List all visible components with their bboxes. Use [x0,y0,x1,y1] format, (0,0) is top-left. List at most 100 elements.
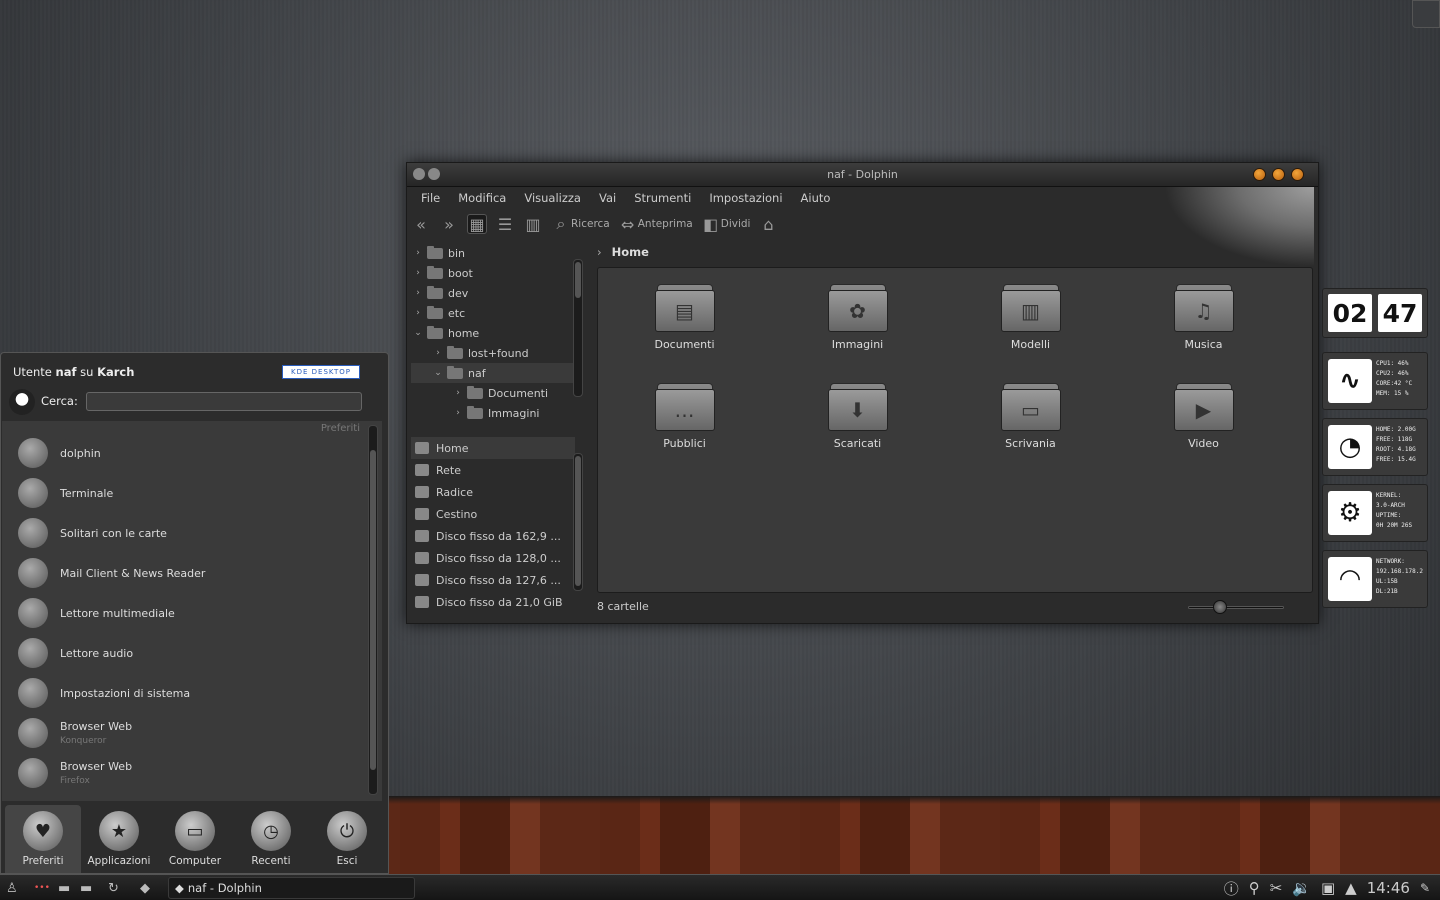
tree-item[interactable]: › boot [411,263,575,283]
tab-computer[interactable]: ▭ Computer [157,805,233,873]
zoom-handle[interactable] [1212,600,1227,614]
details-view-icon[interactable]: ☰ [495,214,515,234]
tab-preferiti[interactable]: ♥ Preferiti [5,805,81,873]
folder-icon: ▶ [1173,381,1234,431]
breadcrumb[interactable]: › Home [597,245,649,259]
tree-item[interactable]: ⌄ home [411,323,575,343]
preview-button[interactable]: ⇔ Anteprima [618,214,693,234]
columns-view-icon[interactable]: ▥ [523,214,543,234]
activity-dots-icon[interactable]: ••• [34,879,50,897]
taskbar-clock[interactable]: 14:46 [1367,879,1410,897]
folder-scrivania[interactable]: ▭ Scrivania [944,381,1117,450]
menu-vai[interactable]: Vai [589,188,624,208]
favorite-item[interactable]: dolphin [2,433,364,473]
widget-line: MEM: 15 % [1376,390,1409,397]
zoom-slider[interactable] [1170,599,1304,615]
app-icon [18,638,48,668]
expand-arrow-icon[interactable]: ⌄ [431,368,445,378]
panel-toolbox-icon[interactable]: ✎ [1420,881,1430,895]
tree-scrollbar[interactable] [573,259,583,397]
folder-video[interactable]: ▶ Video [1117,381,1290,450]
folder-modelli[interactable]: ▥ Modelli [944,282,1117,351]
expand-arrow-icon[interactable]: › [451,408,465,418]
tab-applicazioni[interactable]: ★ Applicazioni [81,805,157,873]
favorites-scrollbar[interactable] [368,425,378,795]
expand-arrow-icon[interactable]: ⌄ [411,328,425,338]
folder-immagini[interactable]: ✿ Immagini [771,282,944,351]
task-dolphin[interactable]: ◆ naf - Dolphin [168,877,415,899]
launcher-icon[interactable]: ♙ [6,879,18,897]
tree-item[interactable]: › etc [411,303,575,323]
pager-desktop-1[interactable]: ▬ [58,879,70,897]
maximize-button[interactable] [1272,168,1285,181]
back-icon[interactable]: « [411,214,431,234]
app-icon [18,558,48,588]
search-button[interactable]: ⌕ Ricerca [551,214,610,234]
tree-item[interactable]: ⌄ naf [411,363,575,383]
tab-recenti[interactable]: ◷ Recenti [233,805,309,873]
folder-scaricati[interactable]: ⬇ Scaricati [771,381,944,450]
close-button[interactable] [1291,168,1304,181]
expand-arrow-icon[interactable]: › [411,248,425,258]
tree-item[interactable]: › Documenti [411,383,575,403]
notifications-icon[interactable]: ▲ [1345,879,1357,897]
places-item[interactable]: Rete [411,459,575,481]
menu-impostazioni[interactable]: Impostazioni [699,188,790,208]
favorite-item[interactable]: Impostazioni di sistema [2,673,364,713]
menu-visualizza[interactable]: Visualizza [514,188,589,208]
favorite-item[interactable]: Mail Client & News Reader [2,553,364,593]
favorite-item[interactable]: Lettore multimediale [2,593,364,633]
refresh-icon[interactable]: ↻ [108,879,119,897]
split-button[interactable]: ◧ Dividi [701,214,750,234]
favorite-label: Browser Web [60,720,133,733]
titlebar[interactable]: naf - Dolphin [407,163,1318,187]
dolphin-launcher-icon[interactable]: ◆ [140,879,150,897]
clipboard-icon[interactable]: ✂ [1270,879,1283,897]
places-item[interactable]: Disco fisso da 127,6 ... [411,569,575,591]
menu-modifica[interactable]: Modifica [448,188,514,208]
places-item[interactable]: Disco fisso da 162,9 ... [411,525,575,547]
device-notifier-icon[interactable]: ▣ [1321,879,1335,897]
favorite-item[interactable]: Solitari con le carte [2,513,364,553]
folder-pubblici[interactable]: … Pubblici [598,381,771,450]
expand-arrow-icon[interactable]: › [431,348,445,358]
network-tray-icon[interactable]: ⚲ [1249,879,1260,897]
favorite-item[interactable]: Terminale [2,473,364,513]
zoom-track[interactable] [1188,606,1284,609]
expand-arrow-icon[interactable]: › [451,388,465,398]
icons-view-icon[interactable]: ▦ [467,214,487,234]
breadcrumb-home[interactable]: Home [612,245,649,259]
places-item[interactable]: Disco fisso da 21,0 GiB [411,591,575,613]
tab-esci[interactable]: ⏻ Esci [309,805,385,873]
file-view[interactable]: ▤ Documenti ✿ Immagini ▥ Modelli ♫ Musica … Pubbl… [597,267,1313,593]
places-scrollbar[interactable] [573,453,583,591]
favorite-item[interactable]: Browser Web Firefox [2,753,364,793]
expand-arrow-icon[interactable]: › [411,308,425,318]
menu-file[interactable]: File [411,188,448,208]
folder-icon: ⬇ [827,381,888,431]
minimize-button[interactable] [1253,168,1266,181]
places-item[interactable]: Cestino [411,503,575,525]
info-icon[interactable]: ⓘ [1224,878,1239,899]
expand-arrow-icon[interactable]: › [411,288,425,298]
home-icon[interactable]: ⌂ [758,214,778,234]
volume-icon[interactable]: 🔉 [1292,879,1311,897]
tree-item[interactable]: › bin [411,243,575,263]
expand-arrow-icon[interactable]: › [411,268,425,278]
folder-musica[interactable]: ♫ Musica [1117,282,1290,351]
folder-documenti[interactable]: ▤ Documenti [598,282,771,351]
places-item[interactable]: Radice [411,481,575,503]
tree-item[interactable]: › lost+found [411,343,575,363]
desktop-toolbox-button[interactable] [1412,0,1440,28]
places-item[interactable]: Home [411,437,575,459]
search-input[interactable] [86,392,362,411]
pager-desktop-2[interactable]: ▬ [80,879,92,897]
menu-strumenti[interactable]: Strumenti [624,188,699,208]
tree-item[interactable]: › Immagini [411,403,575,423]
places-item[interactable]: Disco fisso da 128,0 ... [411,547,575,569]
menu-aiuto[interactable]: Aiuto [791,188,839,208]
favorite-item[interactable]: Lettore audio [2,633,364,673]
favorite-item[interactable]: Browser Web Konqueror [2,713,364,753]
forward-icon[interactable]: » [439,214,459,234]
tree-item[interactable]: › dev [411,283,575,303]
